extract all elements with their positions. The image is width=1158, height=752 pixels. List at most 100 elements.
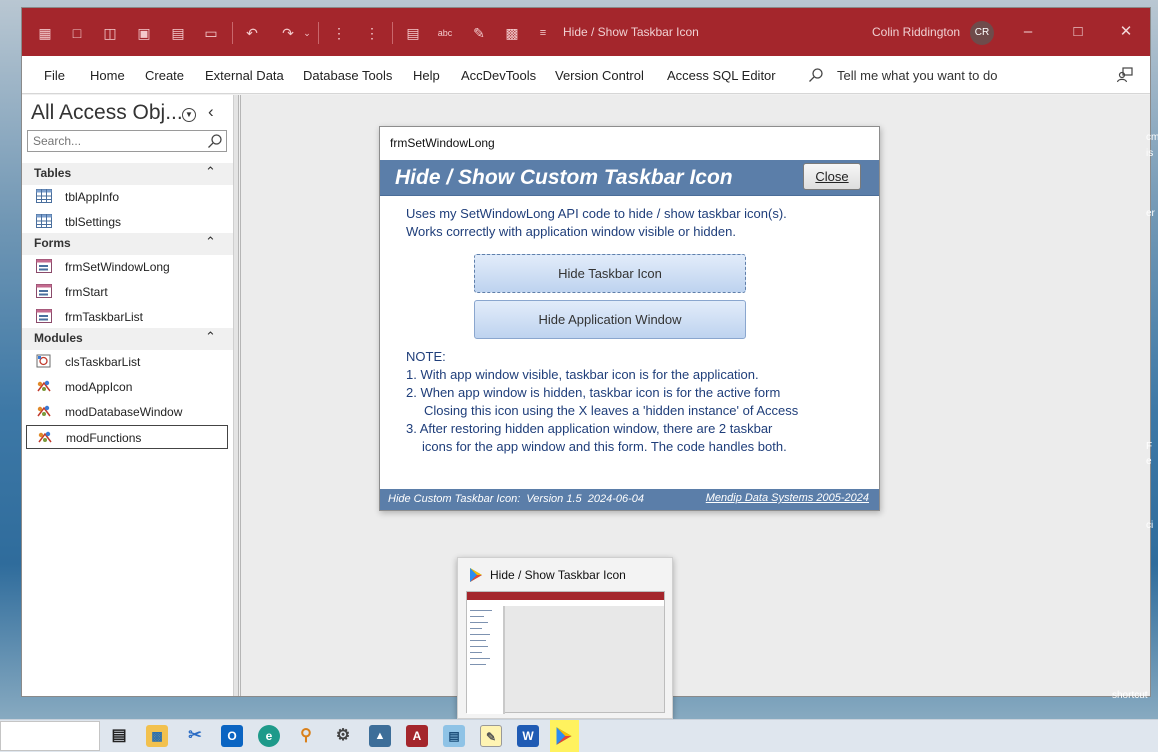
nav-search-input[interactable]: [28, 131, 198, 151]
feedback-icon[interactable]: [1116, 66, 1134, 84]
format-painter-icon[interactable]: ✎: [470, 24, 488, 42]
description-line-2: Works correctly with application window …: [406, 224, 736, 239]
menu-create[interactable]: Create: [145, 68, 184, 83]
chevron-up-icon: ⌃: [205, 164, 216, 179]
pin-icon[interactable]: ⋮: [330, 24, 348, 42]
nav-pane-title[interactable]: All Access Obj...: [31, 101, 183, 125]
form-window: frmSetWindowLong Hide / Show Custom Task…: [379, 126, 880, 511]
class-module-icon: [36, 354, 51, 368]
thumbnail-title: Hide / Show Taskbar Icon: [490, 568, 626, 582]
company-link[interactable]: Mendip Data Systems 2005-2024: [706, 492, 869, 504]
redo-dropdown-icon[interactable]: ⌄: [298, 24, 316, 42]
taskbar-thumbnail-preview[interactable]: Hide / Show Taskbar Icon: [457, 557, 673, 719]
nav-item-modappicon[interactable]: modAppIcon: [26, 375, 228, 399]
nav-dropdown-icon[interactable]: ▼: [182, 108, 196, 122]
play-app-icon[interactable]: [554, 726, 574, 746]
nav-item-moddatabasewindow[interactable]: modDatabaseWindow: [26, 400, 228, 424]
search-icon[interactable]: [207, 133, 223, 149]
user-name: Colin Riddington: [872, 25, 961, 39]
play-app-icon: [470, 568, 482, 582]
snipping-tool-icon[interactable]: ✂: [184, 725, 206, 747]
access-icon[interactable]: A: [406, 725, 428, 747]
nav-item-tblsettings[interactable]: tblSettings: [26, 210, 228, 234]
title-bar: ▦ □ ◫ ▣ ▤ ▭ ↶ ↷ ⌄ ⋮ ⋮ ▤ abc ✎ ▩ ≡ Hide /…: [22, 8, 1150, 56]
save-icon[interactable]: ▣: [135, 24, 153, 42]
redo-icon[interactable]: ↷: [279, 24, 297, 42]
unpin-icon[interactable]: ⋮: [363, 24, 381, 42]
table-icon: [36, 189, 52, 203]
new-file-icon[interactable]: □: [68, 24, 86, 42]
menu-external-data[interactable]: External Data: [205, 68, 284, 83]
chevron-up-icon: ⌃: [205, 329, 216, 344]
edge-icon[interactable]: e: [258, 725, 280, 747]
notes-icon[interactable]: ✎: [480, 725, 502, 747]
menu-home[interactable]: Home: [90, 68, 125, 83]
module-icon: [37, 380, 51, 392]
desktop-label-fragment: shortcut: [1112, 690, 1148, 701]
nav-splitter[interactable]: [234, 95, 239, 696]
nav-item-tblappinfo[interactable]: tblAppInfo: [26, 185, 228, 209]
undo-icon[interactable]: ↶: [243, 24, 261, 42]
note-3-continued: icons for the app window and this form. …: [422, 439, 787, 454]
menu-version-control[interactable]: Version Control: [555, 68, 644, 83]
save-as-icon[interactable]: ▤: [169, 24, 187, 42]
hide-taskbar-icon-button[interactable]: Hide Taskbar Icon: [474, 254, 746, 293]
windows-taskbar: ▤ ▩ ✂ O e ⚲ ⚙ ▲ A ▤ ✎ W: [0, 719, 1158, 752]
customize-toolbar-icon[interactable]: ≡: [534, 24, 552, 42]
outlook-icon[interactable]: O: [221, 725, 243, 747]
group-modules[interactable]: Modules ⌃: [22, 328, 233, 350]
form-icon: [36, 259, 52, 273]
description-line-1: Uses my SetWindowLong API code to hide /…: [406, 206, 787, 221]
settings-icon[interactable]: ⚙: [332, 725, 354, 747]
search-tool-icon[interactable]: ⚲: [295, 725, 317, 747]
minimize-icon[interactable]: –: [1019, 22, 1037, 42]
nav-item-frmstart[interactable]: frmStart: [26, 280, 228, 304]
desktop-label-fragment: F: [1146, 441, 1153, 452]
menu-database-tools[interactable]: Database Tools: [303, 68, 392, 83]
form-heading: Hide / Show Custom Taskbar Icon: [395, 166, 733, 189]
spelling-icon[interactable]: abc: [436, 24, 454, 42]
file-explorer-icon[interactable]: ▩: [146, 725, 168, 747]
thumbnail-image: [466, 591, 665, 714]
close-button[interactable]: Close: [803, 163, 861, 190]
nav-item-clstaskbarlist[interactable]: clsTaskbarList: [26, 350, 228, 374]
maximize-icon[interactable]: □: [1069, 22, 1087, 42]
desktop-label-fragment: e: [1146, 456, 1152, 467]
menu-access-sql-editor[interactable]: Access SQL Editor: [667, 68, 776, 83]
tell-me-search[interactable]: Tell me what you want to do: [837, 68, 997, 83]
notepad-icon[interactable]: ▤: [443, 725, 465, 747]
word-icon[interactable]: W: [517, 725, 539, 747]
hide-application-window-button[interactable]: Hide Application Window: [474, 300, 746, 339]
form-icon: [36, 309, 52, 323]
nav-search-box: [27, 130, 227, 152]
table-icon: [36, 214, 52, 228]
nav-item-frmtaskbarlist[interactable]: frmTaskbarList: [26, 305, 228, 329]
form-footer: Hide Custom Taskbar Icon: Version 1.5 20…: [380, 489, 879, 510]
nav-item-modfunctions[interactable]: modFunctions: [26, 425, 228, 449]
group-tables[interactable]: Tables ⌃: [22, 163, 233, 185]
nav-item-frmsetwindowlong[interactable]: frmSetWindowLong: [26, 255, 228, 279]
collapse-pane-icon[interactable]: ‹: [208, 102, 214, 122]
chevron-up-icon: ⌃: [205, 234, 216, 249]
resource-monitor-icon[interactable]: ▲: [369, 725, 391, 747]
module-icon: [38, 431, 52, 443]
search-icon[interactable]: [808, 67, 824, 83]
close-window-icon[interactable]: ✕: [1117, 22, 1135, 42]
menu-help[interactable]: Help: [413, 68, 440, 83]
taskbar-search-box[interactable]: [0, 721, 100, 751]
folder-icon[interactable]: ▭: [202, 24, 220, 42]
navigation-pane: All Access Obj... ▼ ‹ Tables ⌃ tblAppInf…: [22, 95, 234, 696]
note-1: 1. With app window visible, taskbar icon…: [406, 367, 759, 382]
report-icon[interactable]: ▩: [503, 24, 521, 42]
document-icon[interactable]: ▤: [404, 24, 422, 42]
open-folder-icon[interactable]: ◫: [101, 24, 119, 42]
module-icon: [37, 405, 51, 417]
desktop-label-fragment: is: [1146, 148, 1154, 159]
note-2: 2. When app window is hidden, taskbar ic…: [406, 385, 781, 400]
menu-accdevtools[interactable]: AccDevTools: [461, 68, 536, 83]
group-forms[interactable]: Forms ⌃: [22, 233, 233, 255]
task-view-icon[interactable]: ▤: [108, 725, 130, 747]
window-title: Hide / Show Taskbar Icon: [563, 25, 699, 39]
menu-file[interactable]: File: [44, 68, 65, 83]
avatar[interactable]: CR: [970, 21, 994, 45]
